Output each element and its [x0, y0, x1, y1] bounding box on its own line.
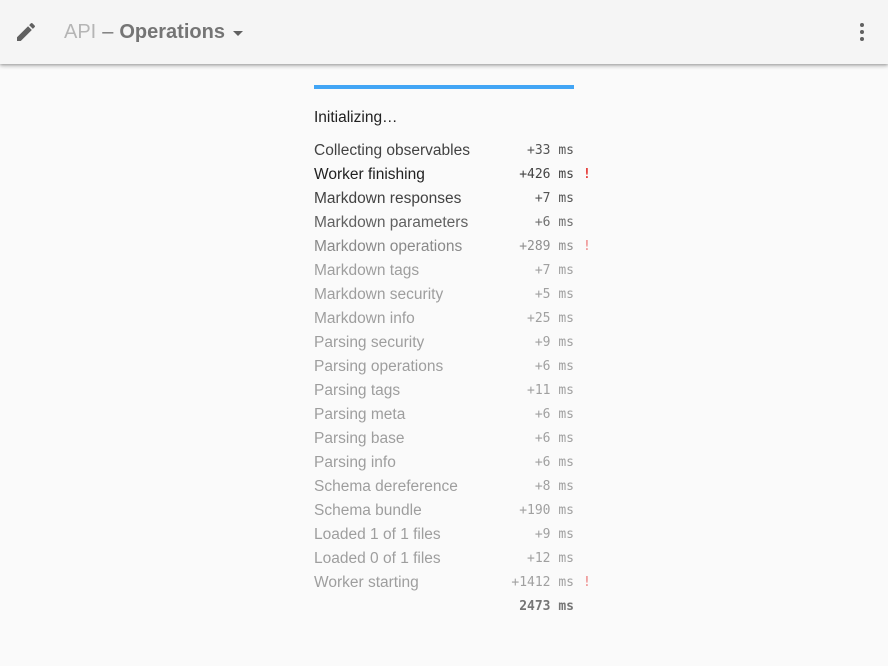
slow-step-warning: ! [583, 575, 591, 590]
timing-row: Markdown parameters +6 ms [314, 211, 574, 235]
timing-row: Collecting observables +33 ms [314, 139, 574, 163]
section-dropdown[interactable]: API – Operations [64, 19, 243, 45]
step-label: Parsing info [314, 454, 396, 471]
timing-row: Parsing security +9 ms [314, 331, 574, 355]
title-separator: – [102, 20, 114, 43]
timing-row: Worker starting +1412 ms! [314, 571, 591, 595]
timing-row: Schema bundle +190 ms [314, 499, 574, 523]
timing-row: Parsing tags +11 ms [314, 379, 574, 403]
step-duration: +11 ms [527, 383, 574, 398]
step-duration: +25 ms [527, 311, 574, 326]
step-duration: +289 ms [519, 239, 574, 254]
section-title: Operations [119, 20, 225, 43]
step-label: Parsing meta [314, 406, 406, 423]
step-label: Parsing operations [314, 358, 444, 375]
step-label: Schema bundle [314, 502, 422, 519]
timing-row: Markdown security +5 ms [314, 283, 574, 307]
step-label: Markdown tags [314, 262, 420, 279]
step-duration: +6 ms [534, 455, 574, 470]
timing-row: Markdown responses +7 ms [314, 187, 574, 211]
timing-row: Markdown info +25 ms [314, 307, 574, 331]
caret-down-icon [232, 30, 243, 36]
step-duration: +190 ms [519, 503, 574, 518]
total-duration: 2473 ms [519, 599, 574, 614]
progress-bar [314, 85, 574, 89]
step-label: Markdown parameters [314, 214, 469, 231]
step-duration: +33 ms [527, 143, 574, 158]
step-duration: +6 ms [534, 215, 574, 230]
step-duration: +8 ms [534, 479, 574, 494]
app-toolbar: API – Operations [0, 0, 888, 64]
step-duration: +6 ms [534, 431, 574, 446]
step-label: Markdown info [314, 310, 415, 327]
timing-list: Collecting observables +33 ms Worker finis… [314, 139, 591, 595]
pencil-icon [17, 22, 36, 41]
step-label: Loaded 0 of 1 files [314, 550, 441, 567]
timing-row: Parsing operations +6 ms [314, 355, 574, 379]
timing-row: Markdown operations +289 ms! [314, 235, 591, 259]
step-label: Markdown responses [314, 190, 462, 207]
timing-row: Markdown tags +7 ms [314, 259, 574, 283]
progress-bar-fill [314, 85, 574, 89]
step-duration: +1412 ms [511, 575, 574, 590]
timing-row: Parsing info +6 ms [314, 451, 574, 475]
step-duration: +7 ms [534, 263, 574, 278]
total-row: 2473 ms [314, 595, 574, 619]
more-vertical-icon [860, 23, 864, 41]
step-label: Collecting observables [314, 142, 470, 159]
step-label: Parsing security [314, 334, 425, 351]
step-label: Loaded 1 of 1 files [314, 526, 441, 543]
step-label: Worker starting [314, 574, 419, 591]
step-label: Parsing base [314, 430, 405, 447]
more-menu-button[interactable] [850, 20, 874, 44]
step-duration: +6 ms [534, 407, 574, 422]
timing-row: Parsing base +6 ms [314, 427, 574, 451]
step-label: Parsing tags [314, 382, 401, 399]
timing-row: Schema dereference +8 ms [314, 475, 574, 499]
step-duration: +9 ms [534, 527, 574, 542]
loading-panel: Initializing… Collecting observables +33 … [314, 85, 591, 619]
slow-step-warning: ! [583, 167, 591, 182]
step-label: Schema dereference [314, 478, 458, 495]
api-title: API [64, 20, 97, 43]
loading-status: Initializing… [314, 109, 398, 126]
step-label: Markdown security [314, 286, 444, 303]
step-duration: +9 ms [534, 335, 574, 350]
step-duration: +7 ms [534, 191, 574, 206]
timing-row: Worker finishing +426 ms! [314, 163, 591, 187]
edit-button[interactable] [14, 20, 38, 44]
step-duration: +5 ms [534, 287, 574, 302]
timing-row: Loaded 0 of 1 files +12 ms [314, 547, 574, 571]
step-label: Markdown operations [314, 238, 463, 255]
step-duration: +12 ms [527, 551, 574, 566]
timing-row: Loaded 1 of 1 files +9 ms [314, 523, 574, 547]
step-duration: +6 ms [534, 359, 574, 374]
timing-row: Parsing meta +6 ms [314, 403, 574, 427]
slow-step-warning: ! [583, 239, 591, 254]
step-duration: +426 ms [519, 167, 574, 182]
step-label: Worker finishing [314, 166, 425, 183]
